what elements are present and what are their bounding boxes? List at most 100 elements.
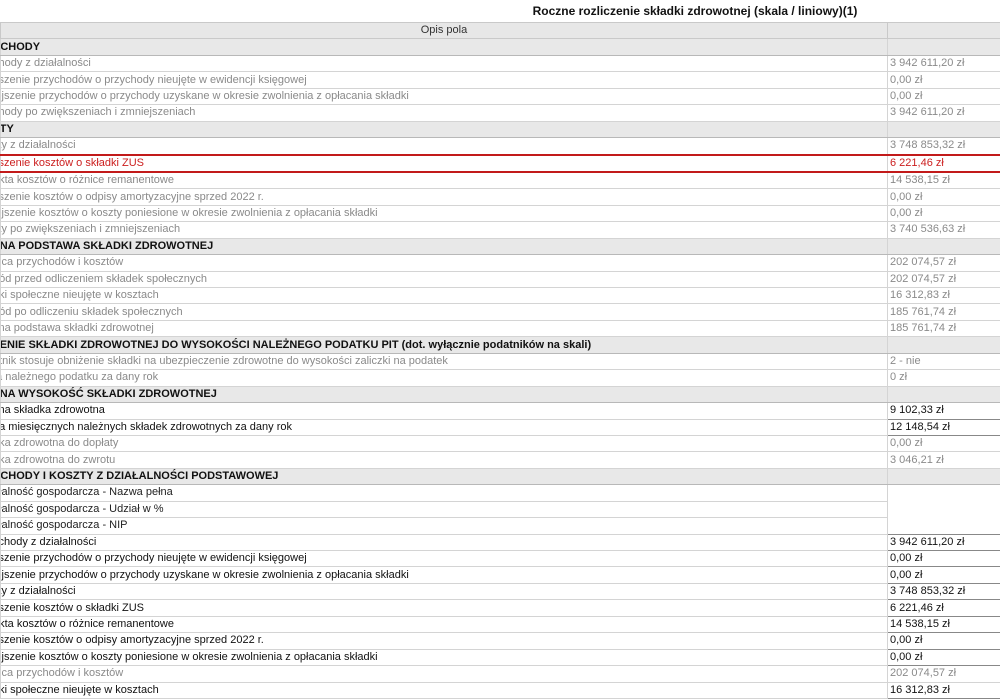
table-row: ychody z działalności 3 942 611,20 zł [0,533,1000,552]
field-value[interactable]: 16 312,83 zł [887,681,1000,699]
field-value[interactable]: 185 761,74 zł [887,303,1000,321]
table-row: chody z działalności 3 942 611,20 zł [0,54,1000,73]
field-label: dka zdrowotna do dopłaty [0,434,888,453]
field-label: iejszenie przychodów o przychody uzyskan… [0,87,888,106]
field-value[interactable]: 0,00 zł [887,566,1000,584]
field-label: zna podstawa składki zdrowotnej [0,319,888,338]
table-row: kszenie kosztów o składki ZUS 6 221,46 zł [0,599,1000,617]
table-row: iejszenie kosztów o koszty poniesione w … [0,204,1000,223]
field-value[interactable]: 0,00 zł [887,549,1000,568]
table-row: kszenie kosztów o odpisy amortyzacyjne s… [0,188,1000,206]
field-label: kszenie kosztów o odpisy amortyzacyjne s… [0,632,888,650]
field-label: ekta kosztów o różnice remanentowe [0,615,888,634]
field-label: atnik stosuje obniżenie składki na ubezp… [0,352,888,371]
field-label: chody z działalności [0,54,888,73]
table-row: ałalność gospodarcza - NIP [0,517,1000,535]
field-value [887,237,1000,256]
field-value[interactable]: 0,00 zł [887,434,1000,453]
field-value[interactable]: 3 942 611,20 zł [887,54,1000,73]
field-label: hód po odliczeniu składek społecznych [0,303,888,321]
field-value [887,385,1000,404]
field-label: iejszenie kosztów o koszty poniesione w … [0,648,888,667]
field-label: na miesięcznych należnych składek zdrowo… [0,418,888,436]
table-row: dka zdrowotna do dopłaty 0,00 zł [0,434,1000,453]
field-value [887,467,1000,486]
report-table: Opis pola YCHODYchody z działalności3 94… [0,21,1000,699]
field-value[interactable] [887,517,1000,535]
field-value [887,120,1000,139]
field-value[interactable]: 3 748 853,32 zł [887,582,1000,601]
table-row: zty z działalności 3 748 853,32 zł [0,137,1000,155]
field-value[interactable]: 185 761,74 zł [887,319,1000,338]
field-label: ałalność gospodarcza - Udział w % [0,500,888,519]
section-title: ZTY [0,120,888,139]
field-value[interactable]: 0,00 zł [887,648,1000,667]
field-label: ekta kosztów o różnice remanentowe [0,171,888,190]
column-header-row: Opis pola [0,21,1000,40]
field-value[interactable]: 3 046,21 zł [887,451,1000,469]
field-value [887,336,1000,354]
section-header-row: YCHODY [0,38,1000,56]
section-header-row: YCHODY I KOSZTY Z DZIAŁALNOŚCI PODSTAWOW… [0,467,1000,486]
field-value[interactable]: 202 074,57 zł [887,270,1000,289]
table-row: nica przychodów i kosztów 202 074,57 zł [0,254,1000,272]
table-row: iejszenie przychodów o przychody uzyskan… [0,87,1000,106]
field-value[interactable]: 3 748 853,32 zł [887,137,1000,155]
column-header-value [887,21,1000,40]
table-row: zty po zwiększeniach i zmniejszeniach 3 7… [0,221,1000,239]
field-value [887,38,1000,56]
table-row: atnik stosuje obniżenie składki na ubezp… [0,352,1000,371]
field-value[interactable]: 0,00 zł [887,71,1000,89]
field-value[interactable]: 0,00 zł [887,204,1000,223]
table-row: ekta kosztów o różnice remanentowe 14 538… [0,615,1000,634]
section-title: ZNA WYSOKOŚĆ SKŁADKI ZDROWOTNEJ [0,385,888,404]
field-value[interactable]: 202 074,57 zł [887,665,1000,683]
field-value[interactable]: 0,00 zł [887,188,1000,206]
field-label: zty po zwiększeniach i zmniejszeniach [0,221,888,239]
field-value[interactable]: 3 740 536,63 zł [887,221,1000,239]
field-label: zna składka zdrowotna [0,402,888,420]
table-row: dka zdrowotna do zwrotu 3 046,21 zł [0,451,1000,469]
field-value[interactable] [887,501,1000,518]
field-label: kszenie przychodów o przychody nieujęte … [0,71,888,89]
field-value[interactable]: 0,00 zł [887,632,1000,650]
field-value[interactable]: 3 942 611,20 zł [887,533,1000,552]
field-label: ta należnego podatku za dany rok [0,369,888,387]
field-value[interactable]: 3 942 611,20 zł [887,104,1000,122]
field-value[interactable]: 0,00 zł [887,87,1000,106]
field-label: nica przychodów i kosztów [0,254,888,272]
table-row: zna podstawa składki zdrowotnej 185 761,7… [0,319,1000,338]
field-value[interactable]: 202 074,57 zł [887,254,1000,272]
field-label: hód przed odliczeniem składek społecznyc… [0,270,888,289]
field-label: dki społeczne nieujęte w kosztach [0,286,888,305]
field-value[interactable]: 14 538,15 zł [887,615,1000,634]
field-value[interactable]: 9 102,33 zł [887,402,1000,420]
field-label: zty z działalności [0,137,888,155]
field-value[interactable]: 14 538,15 zł [887,171,1000,190]
field-label: kszenie przychodów o przychody nieujęte … [0,549,888,568]
field-label: nica przychodów i kosztów [0,665,888,683]
field-label: kszenie kosztów o składki ZUS [0,599,888,617]
table-row: ta należnego podatku za dany rok 0 zł [0,369,1000,387]
field-label: chody po zwiększeniach i zmniejszeniach [0,104,888,122]
section-title: ŻENIE SKŁADKI ZDROWOTNEJ DO WYSOKOŚCI NA… [0,336,888,354]
field-label: dka zdrowotna do zwrotu [0,451,888,469]
table-row: iejszenie przychodów o przychody uzyskan… [0,566,1000,584]
field-value[interactable]: 16 312,83 zł [887,286,1000,305]
field-value[interactable]: 12 148,54 zł [887,418,1000,436]
table-row: hód przed odliczeniem składek społecznyc… [0,270,1000,289]
section-header-row: ŻENIE SKŁADKI ZDROWOTNEJ DO WYSOKOŚCI NA… [0,336,1000,354]
field-value[interactable] [887,484,1000,502]
field-value[interactable]: 6 221,46 zł [887,153,1000,173]
column-header-opis-pola: Opis pola [0,21,888,40]
table-row: nica przychodów i kosztów 202 074,57 zł [0,665,1000,683]
field-label: zty z działalności [0,582,888,601]
field-value[interactable]: 0 zł [887,369,1000,387]
field-label: ychody z działalności [0,533,888,552]
table-row: ałalność gospodarcza - Nazwa pełna [0,484,1000,502]
field-value[interactable]: 6 221,46 zł [887,599,1000,617]
table-row: ekta kosztów o różnice remanentowe 14 538… [0,171,1000,190]
field-value[interactable]: 2 - nie [887,352,1000,371]
table-row: ałalność gospodarcza - Udział w % [0,500,1000,519]
table-row: iejszenie kosztów o koszty poniesione w … [0,648,1000,667]
